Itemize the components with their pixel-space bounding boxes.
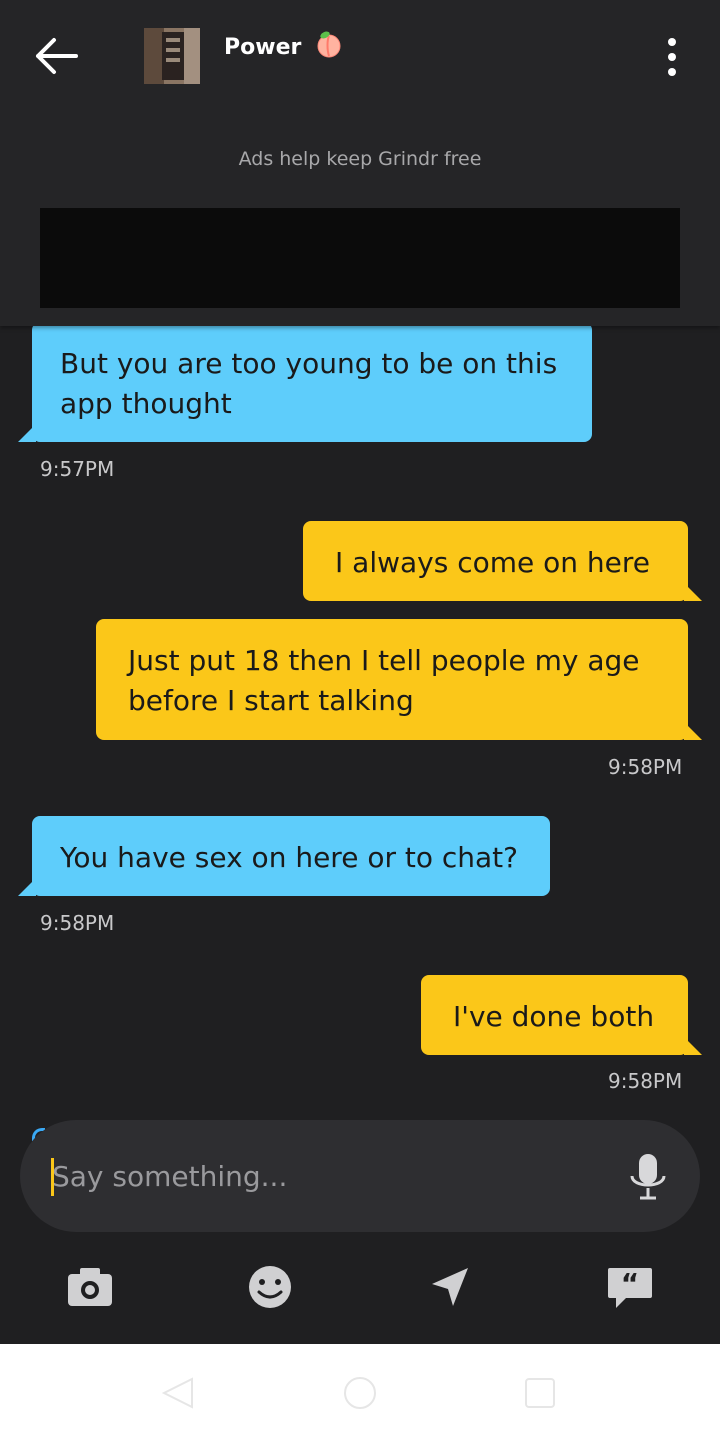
avatar[interactable]	[144, 28, 200, 84]
message-received[interactable]: You have sex on here or to chat?	[32, 816, 550, 896]
ad-notice: Ads help keep Grindr free	[238, 148, 482, 170]
nav-back-icon[interactable]	[160, 1375, 196, 1411]
message-input[interactable]	[52, 1154, 612, 1198]
message-received[interactable]: But you are too young to be on this app …	[32, 322, 592, 442]
peach-icon	[317, 31, 341, 58]
message-line: app thought	[60, 387, 232, 420]
camera-icon[interactable]	[64, 1262, 116, 1312]
message-timestamp: 9:57PM	[40, 457, 115, 481]
message-line: before I start talking	[128, 684, 414, 717]
bubble-tail	[18, 878, 36, 896]
contact-name[interactable]: Power	[224, 30, 343, 60]
message-line: I always come on here	[335, 546, 651, 579]
chat-header: Power Ads help keep Grindr free	[0, 0, 720, 326]
message-timestamp: 9:58PM	[40, 911, 115, 935]
message-line: You have sex on here or to chat?	[60, 841, 519, 874]
bubble-tail	[18, 424, 36, 442]
svg-text:“: “	[621, 1267, 639, 1300]
bubble-tail	[684, 722, 702, 740]
nav-recents-icon[interactable]	[522, 1375, 558, 1411]
message-composer	[20, 1120, 700, 1232]
message-line: I've done both	[453, 1000, 655, 1033]
arrow-left-icon[interactable]	[30, 34, 82, 78]
text-cursor	[51, 1158, 54, 1196]
message-sent[interactable]: I always come on here	[303, 521, 688, 601]
bubble-tail	[684, 1037, 702, 1055]
message-line: But you are too young to be on this	[60, 347, 558, 380]
message-sent[interactable]: I've done both	[421, 975, 688, 1055]
more-vertical-icon[interactable]	[656, 36, 688, 80]
bubble-tail	[684, 583, 702, 601]
location-icon[interactable]	[424, 1262, 476, 1312]
contact-name-text: Power	[224, 35, 302, 60]
message-line: Just put 18 then I tell people my age	[128, 644, 640, 677]
saved-phrases-icon[interactable]: “	[604, 1262, 656, 1312]
nav-home-icon[interactable]	[342, 1375, 378, 1411]
message-timestamp: 9:58PM	[608, 1069, 683, 1093]
message-timestamp: 9:58PM	[608, 755, 683, 779]
ad-banner[interactable]	[40, 208, 680, 308]
emoji-icon[interactable]	[244, 1262, 296, 1312]
message-sent[interactable]: Just put 18 then I tell people my age be…	[96, 619, 688, 740]
microphone-icon[interactable]	[624, 1152, 672, 1202]
